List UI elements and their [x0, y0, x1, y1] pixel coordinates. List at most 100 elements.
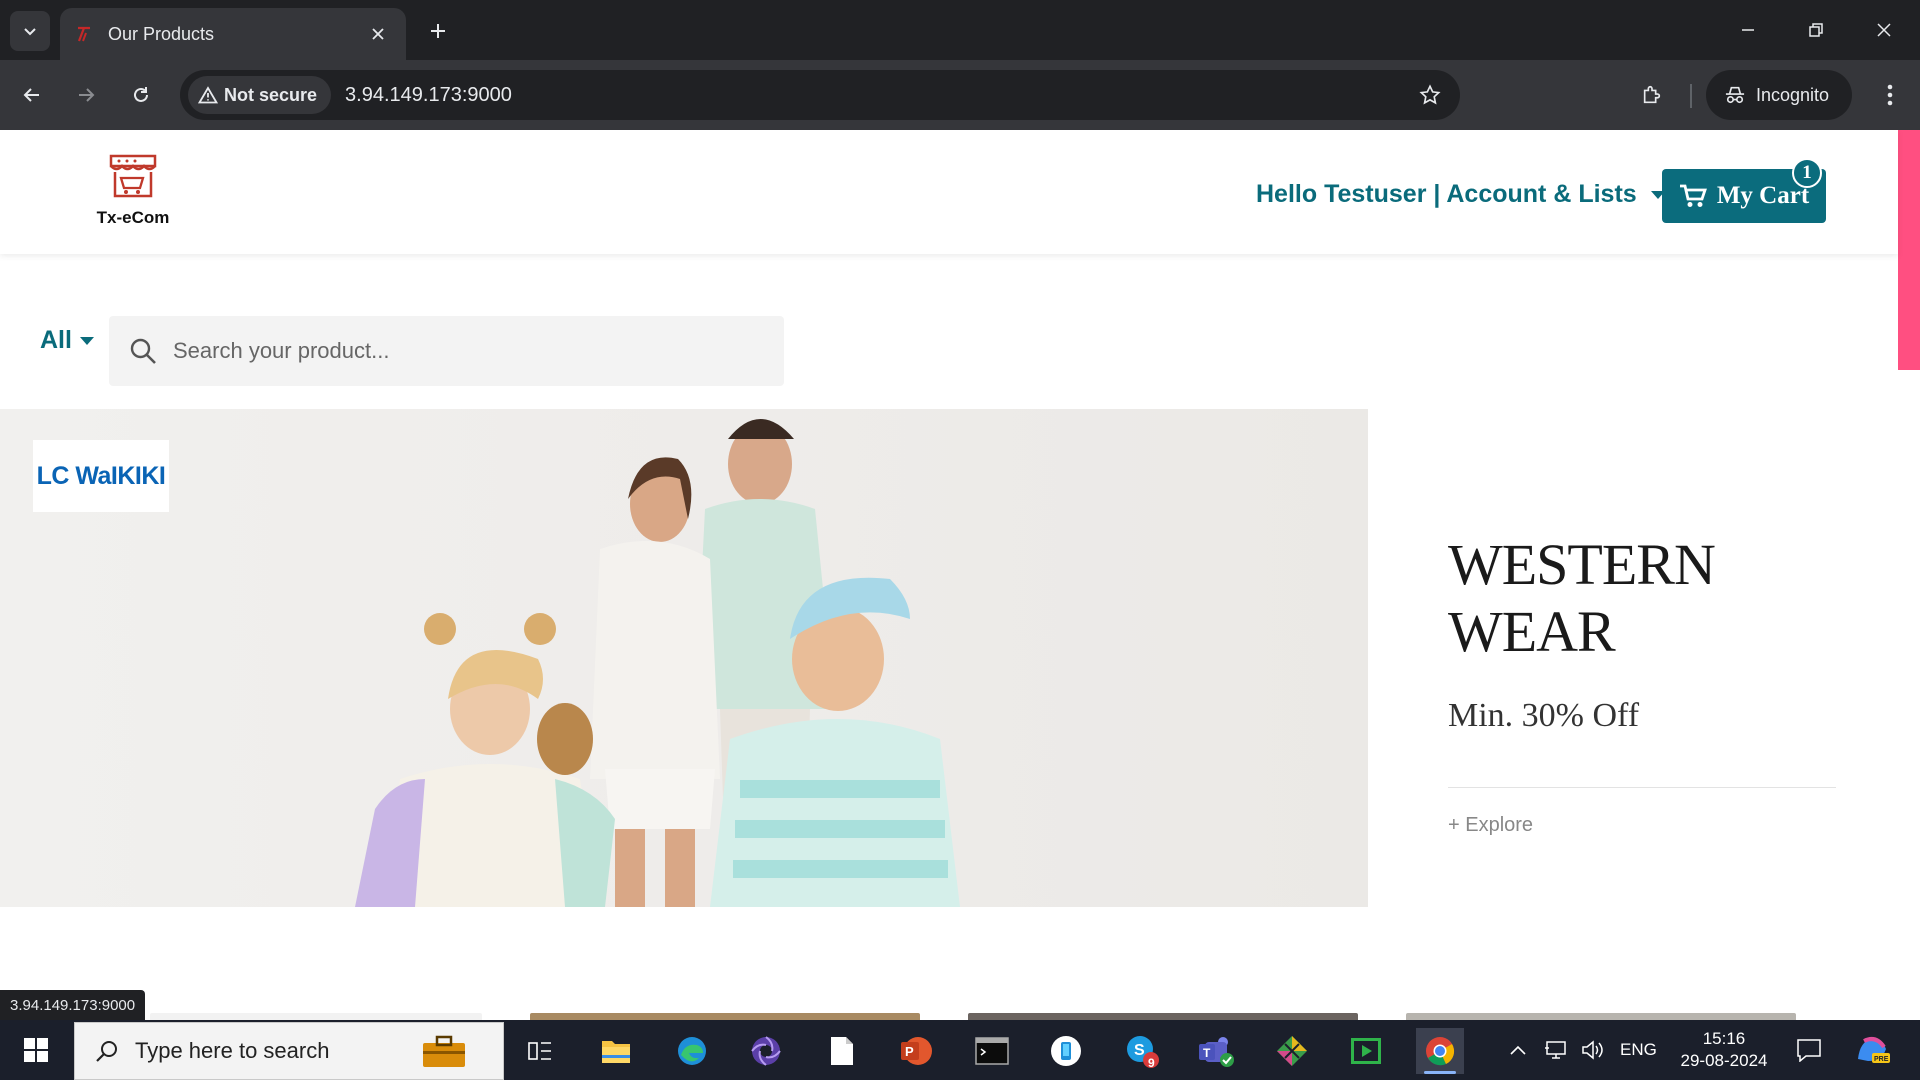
star-icon	[1419, 84, 1441, 105]
network-icon	[1545, 1041, 1566, 1059]
system-clock[interactable]: 15:16 29-08-2024	[1664, 1028, 1784, 1072]
active-app-indicator	[1424, 1071, 1456, 1074]
hero-banner-image[interactable]: LC WaIKIKI	[0, 409, 1368, 907]
category-dropdown[interactable]: All	[40, 326, 94, 355]
close-window-button[interactable]	[1860, 10, 1908, 50]
terminal-icon	[975, 1037, 1009, 1065]
notifications-button[interactable]	[1796, 1020, 1822, 1080]
web-page: Tx-eCom Hello Testuser | Account & Lists…	[0, 130, 1920, 1020]
arrow-left-icon	[23, 88, 39, 102]
category-card[interactable]	[1406, 1013, 1796, 1020]
clock-time: 15:16	[1702, 1029, 1746, 1048]
browser-toolbar: Not secure 3.94.149.173:9000 Incognito	[0, 60, 1920, 130]
teams-app[interactable]: T	[1192, 1028, 1240, 1074]
puzzle-icon	[1643, 85, 1661, 104]
terminal-app[interactable]	[968, 1028, 1016, 1074]
site-logo[interactable]: Tx-eCom	[88, 152, 178, 228]
minimize-button[interactable]	[1724, 10, 1772, 50]
task-view-button[interactable]	[516, 1028, 564, 1074]
chrome-icon	[1426, 1037, 1455, 1066]
close-icon	[1877, 23, 1891, 37]
snip-icon	[1277, 1036, 1307, 1066]
bookmark-star-button[interactable]	[1414, 79, 1446, 111]
folder-icon	[602, 1041, 630, 1063]
brand-logo: LC WaIKIKI	[33, 440, 169, 512]
aperture-icon	[751, 1036, 781, 1066]
promo-subtitle: Min. 30% Off	[1448, 697, 1640, 734]
forward-button[interactable]	[66, 75, 106, 115]
category-card[interactable]	[150, 1013, 482, 1020]
family-photo-illustration	[355, 419, 960, 907]
cart-count-badge: 1	[1792, 158, 1822, 188]
status-bubble: 3.94.149.173:9000	[0, 990, 146, 1020]
play-icon	[1351, 1038, 1381, 1064]
taskbar-search-placeholder: Type here to search	[135, 1038, 330, 1063]
cart-icon	[1679, 184, 1707, 207]
plus-icon	[431, 24, 445, 38]
snipping-tool-app[interactable]	[1268, 1028, 1316, 1074]
account-label: Hello Testuser | Account & Lists	[1256, 180, 1637, 208]
url-text: 3.94.149.173:9000	[345, 83, 512, 106]
warning-icon	[198, 86, 218, 104]
arrow-right-icon	[79, 88, 95, 102]
extensions-button[interactable]	[1632, 75, 1672, 115]
browser-menu-button[interactable]	[1870, 75, 1910, 115]
toolbar-separator	[1690, 84, 1692, 108]
taskbar: Type here to search P S 9 T ENG 15:16 29…	[0, 1020, 1920, 1080]
browser-tab-bar: Our Products	[0, 0, 1920, 60]
back-button[interactable]	[12, 75, 52, 115]
category-label: All	[40, 326, 72, 354]
chrome-app[interactable]	[1416, 1028, 1464, 1074]
browser-tab[interactable]: Our Products	[60, 8, 406, 60]
site-info-chip[interactable]: Not secure	[188, 76, 332, 114]
sticky-app[interactable]	[1042, 1028, 1090, 1074]
copilot-button[interactable]: PRE	[1854, 1020, 1890, 1080]
edge-app[interactable]	[668, 1028, 716, 1074]
document-icon	[831, 1037, 853, 1065]
category-card[interactable]	[530, 1013, 920, 1020]
explore-link[interactable]: + Explore	[1448, 814, 1838, 837]
chevron-up-icon	[1510, 1045, 1526, 1055]
start-button[interactable]	[12, 1030, 60, 1070]
search-icon	[96, 1041, 117, 1062]
file-explorer-app[interactable]	[592, 1028, 640, 1074]
language-indicator[interactable]: ENG	[1620, 1020, 1657, 1080]
category-card[interactable]	[968, 1013, 1358, 1020]
reload-button[interactable]	[121, 75, 161, 115]
task-view-icon	[528, 1042, 551, 1060]
media-player-app[interactable]	[1342, 1028, 1390, 1074]
volume-tray-icon[interactable]	[1580, 1020, 1606, 1080]
account-menu[interactable]: Hello Testuser | Account & Lists	[1256, 180, 1665, 209]
powerpoint-app[interactable]: P	[892, 1028, 940, 1074]
notepad-app[interactable]	[818, 1028, 866, 1074]
speaker-icon	[1582, 1040, 1603, 1060]
powerpoint-icon: P	[901, 1037, 932, 1065]
network-tray-icon[interactable]	[1544, 1020, 1570, 1080]
taskbar-search-box[interactable]: Type here to search	[74, 1022, 504, 1080]
new-tab-button[interactable]	[422, 15, 454, 47]
photos-app[interactable]	[742, 1028, 790, 1074]
skype-app[interactable]: S 9	[1118, 1028, 1166, 1074]
search-icon	[130, 338, 156, 364]
incognito-icon	[1725, 86, 1745, 104]
chevron-down-icon	[24, 28, 36, 36]
show-hidden-icons-button[interactable]	[1508, 1020, 1528, 1080]
copilot-icon: PRE	[1858, 1037, 1890, 1063]
restore-button[interactable]	[1792, 10, 1840, 50]
scroll-indicator[interactable]	[1898, 130, 1920, 370]
clock-date: 29-08-2024	[1680, 1051, 1768, 1070]
address-bar[interactable]: Not secure 3.94.149.173:9000	[180, 70, 1460, 120]
windows-logo-icon	[24, 1038, 48, 1062]
incognito-profile-button[interactable]: Incognito	[1706, 70, 1852, 120]
shop-cart-logo-icon	[109, 154, 157, 198]
promo-divider	[1448, 787, 1836, 788]
tab-search-button[interactable]	[10, 11, 50, 51]
caret-down-icon	[79, 336, 94, 345]
tab-title: Our Products	[108, 23, 215, 44]
product-search-input[interactable]	[173, 338, 733, 364]
close-tab-icon[interactable]	[364, 20, 392, 48]
svg-text:P: P	[905, 1044, 914, 1059]
incognito-label: Incognito	[1756, 84, 1830, 105]
teams-icon: T	[1199, 1037, 1234, 1067]
briefcase-icon	[423, 1035, 465, 1067]
